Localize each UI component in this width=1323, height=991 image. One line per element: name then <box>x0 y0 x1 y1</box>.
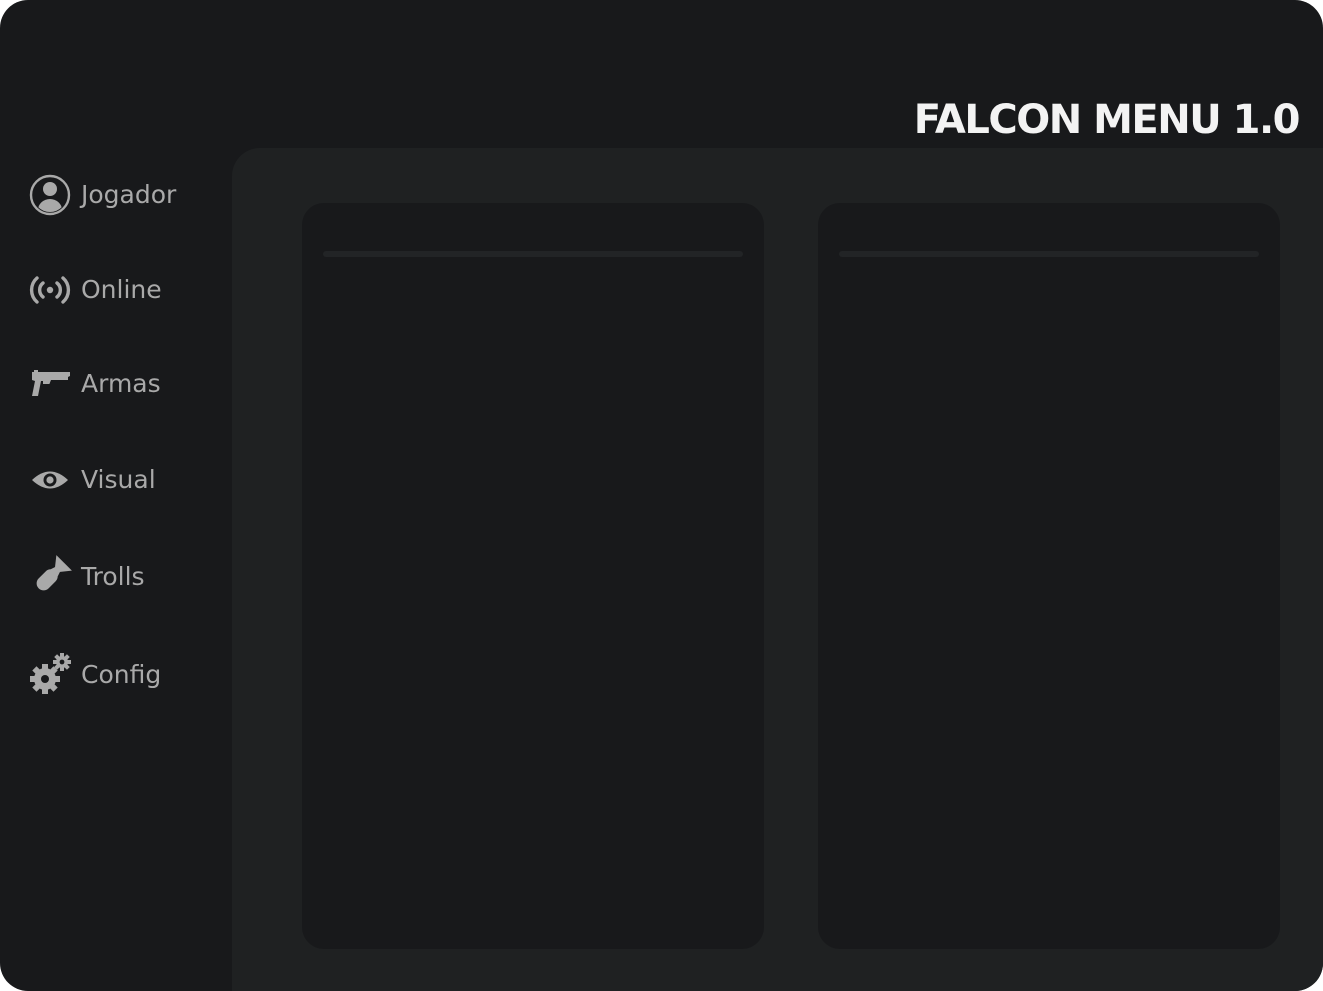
app-title: FALCON MENU 1.0 <box>913 97 1301 143</box>
menu-window: FALCON MENU 1.0 Jogador Online Armas Vis… <box>0 0 1323 991</box>
panel-divider <box>839 251 1259 257</box>
eye-icon <box>28 458 72 502</box>
gears-icon <box>28 653 72 697</box>
sidebar-item-label: Online <box>81 275 162 304</box>
right-panel <box>818 203 1280 949</box>
pistol-icon <box>28 362 72 406</box>
sidebar-item-label: Jogador <box>81 180 177 209</box>
sidebar: Jogador Online Armas Visual Trolls Confi… <box>0 0 232 991</box>
sidebar-item-label: Armas <box>81 369 161 398</box>
sidebar-item-visual[interactable]: Visual <box>28 458 218 502</box>
content-area <box>232 148 1323 991</box>
left-panel <box>302 203 764 949</box>
sidebar-item-label: Trolls <box>81 562 145 591</box>
sidebar-item-trolls[interactable]: Trolls <box>28 555 218 599</box>
user-icon <box>28 173 72 217</box>
broadcast-icon <box>28 268 72 312</box>
sidebar-item-label: Config <box>81 660 162 689</box>
sidebar-item-config[interactable]: Config <box>28 653 218 697</box>
panel-divider <box>323 251 743 257</box>
sidebar-item-label: Visual <box>81 465 156 494</box>
bomb-icon <box>28 555 72 599</box>
sidebar-item-jogador[interactable]: Jogador <box>28 173 218 217</box>
sidebar-item-armas[interactable]: Armas <box>28 362 218 406</box>
sidebar-item-online[interactable]: Online <box>28 268 218 312</box>
